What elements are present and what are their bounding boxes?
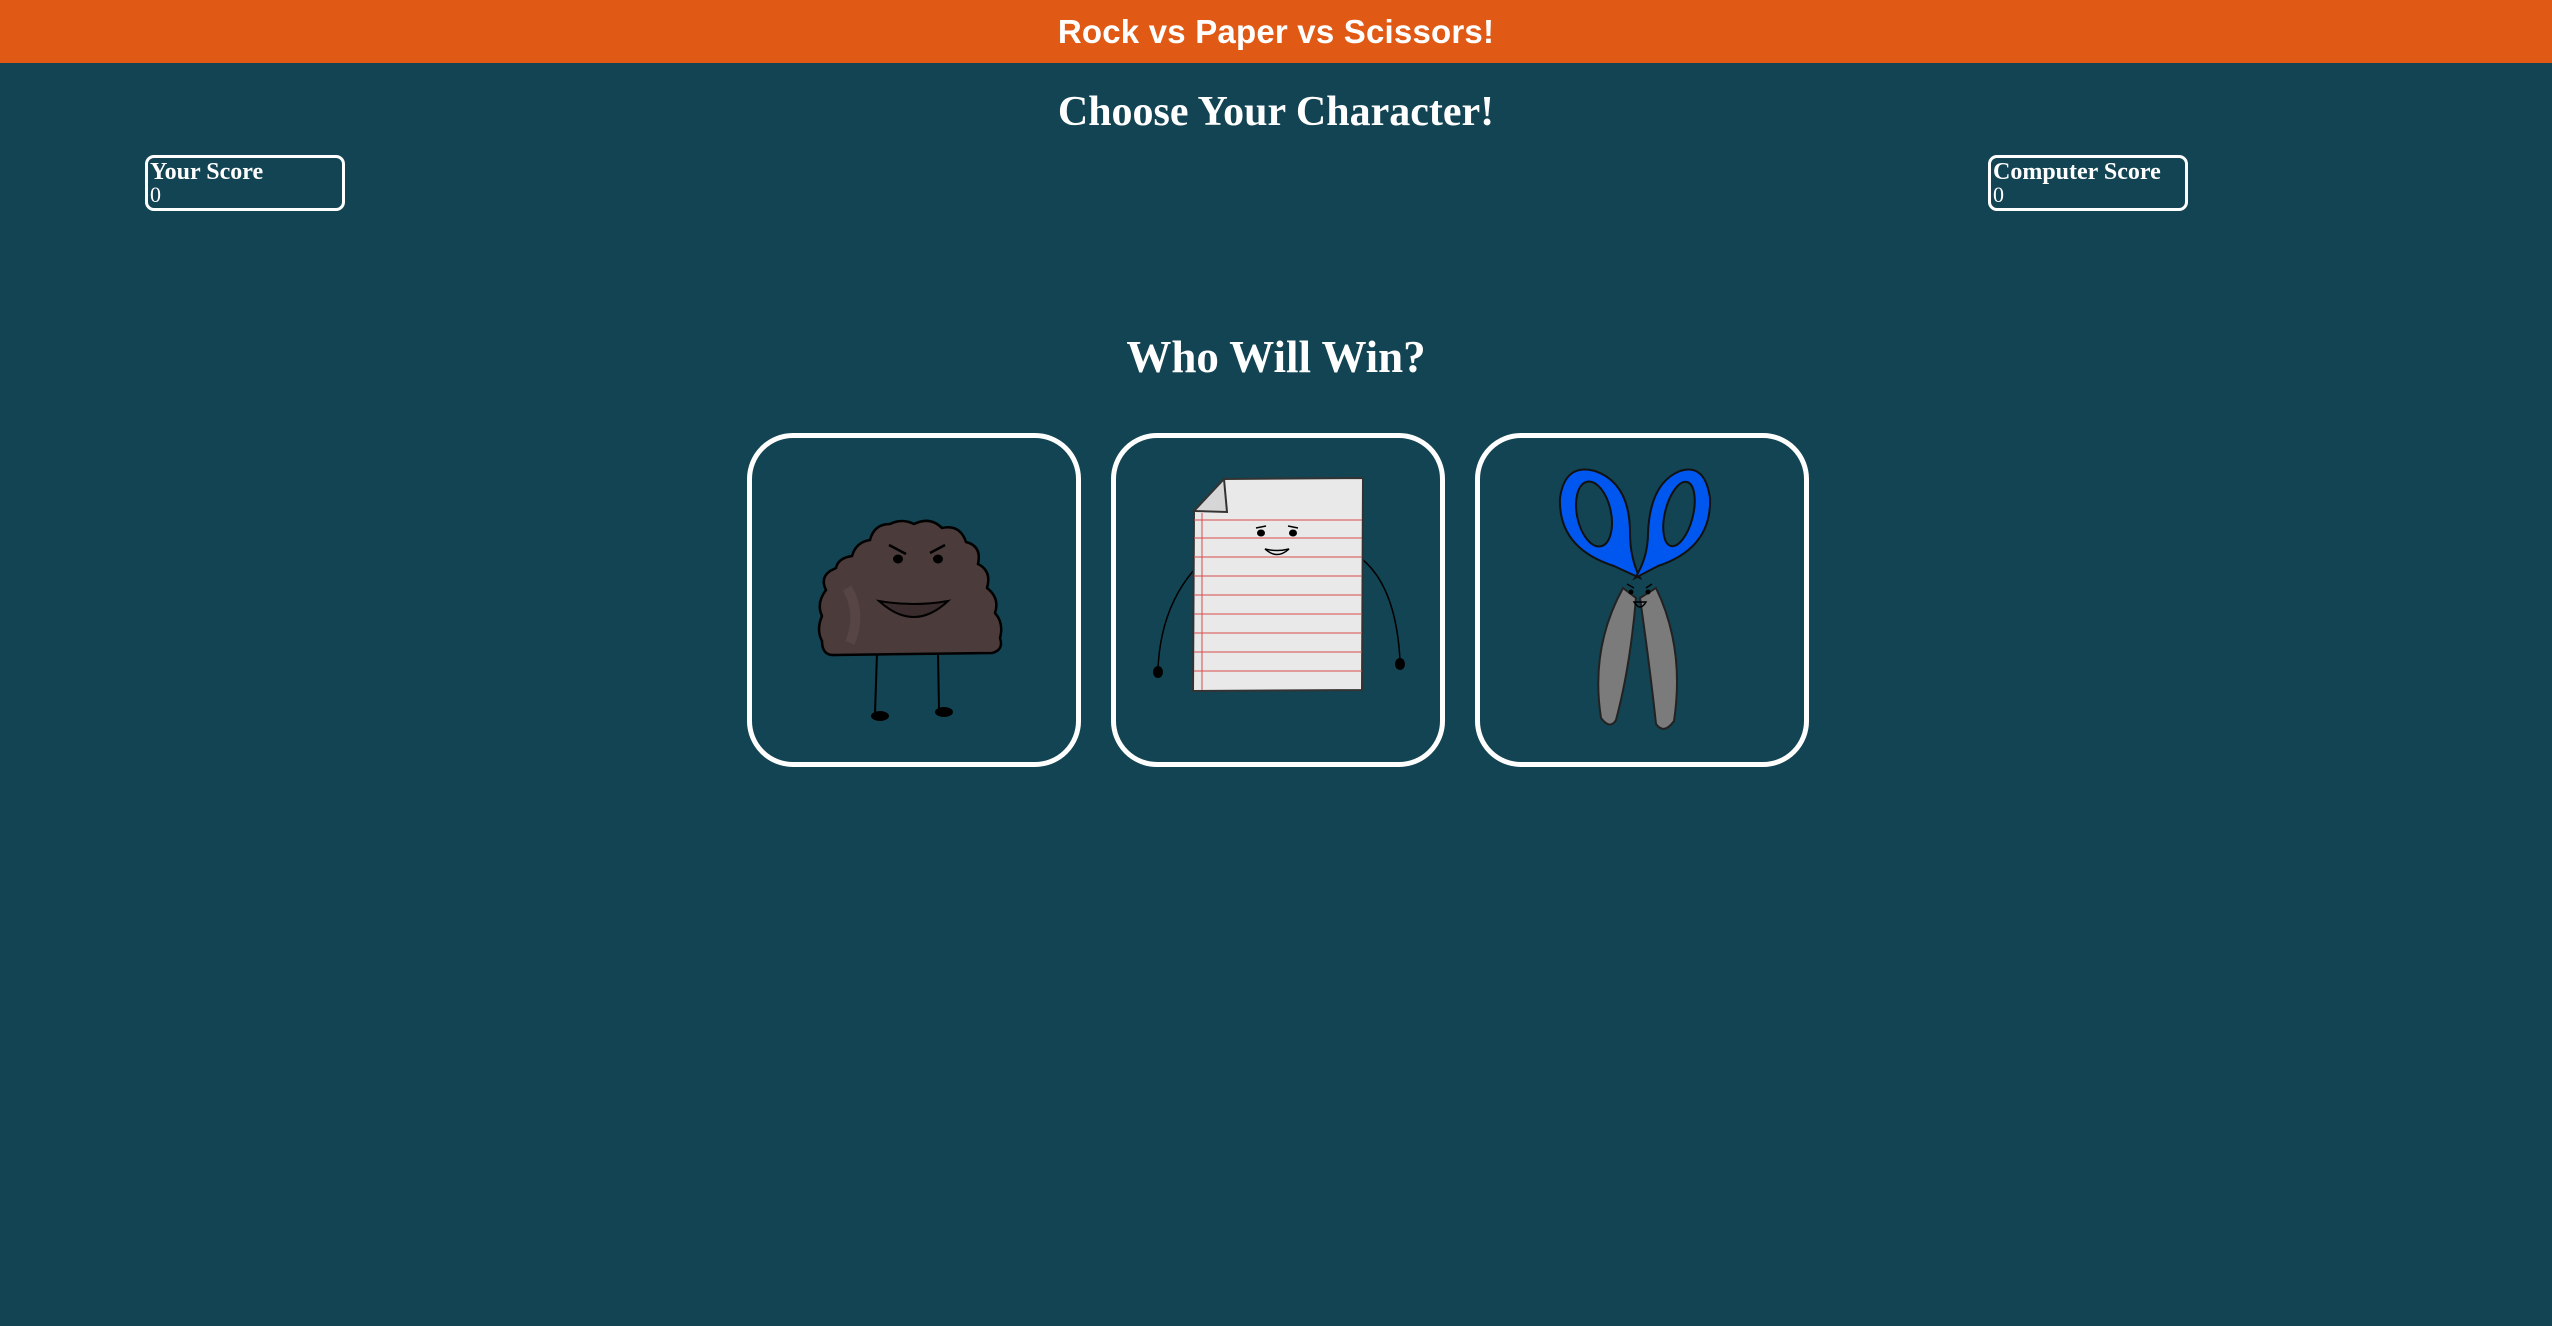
game-title: Rock vs Paper vs Scissors! (1057, 12, 1495, 50)
who-will-win-heading: Who Will Win? (1126, 332, 1426, 382)
player-score-box: Your Score 0 (145, 155, 345, 211)
paper-character-icon (1153, 476, 1405, 693)
player-score-value: 0 (150, 182, 161, 207)
computer-score-box: Computer Score 0 (1988, 155, 2188, 211)
computer-score-value: 0 (1993, 182, 2004, 207)
player-score-label: Your Score (150, 159, 264, 185)
scissors-character-icon (1558, 468, 1712, 730)
scissors-choice-button[interactable] (1475, 433, 1809, 767)
header-bar: Rock vs Paper vs Scissors! (0, 0, 2552, 63)
paper-choice-button[interactable] (1111, 433, 1445, 767)
choose-character-heading: Choose Your Character! (1057, 89, 1495, 135)
rock-choice-button[interactable] (747, 433, 1081, 767)
rock-character-icon (817, 519, 1003, 721)
computer-score-label: Computer Score (1993, 159, 2161, 185)
